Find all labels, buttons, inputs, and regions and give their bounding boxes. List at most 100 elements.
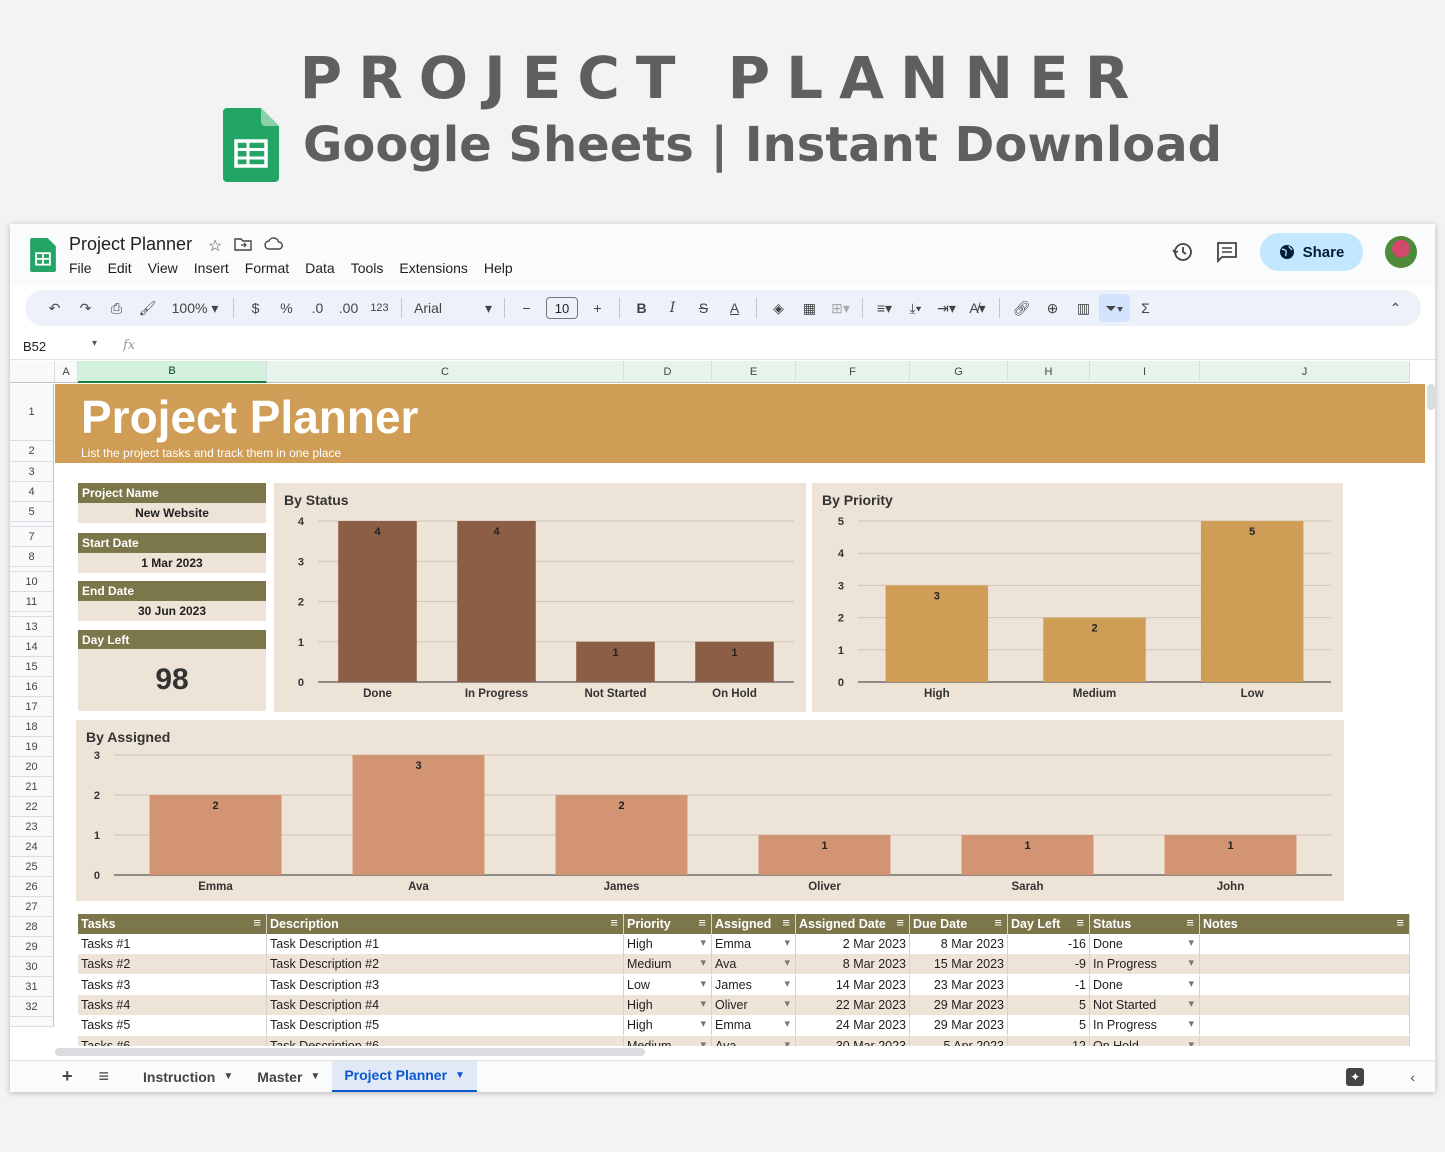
column-header-filter[interactable]: Status	[1090, 914, 1200, 934]
column-header-filter[interactable]: Assigned	[712, 914, 796, 934]
comments-icon[interactable]	[1216, 241, 1238, 263]
end-date-value[interactable]: 30 Jun 2023	[78, 601, 266, 621]
add-sheet-button[interactable]: +	[10, 1061, 87, 1093]
column-header-filter[interactable]: Priority	[624, 914, 712, 934]
font-family-select[interactable]: Arial ▾	[408, 294, 498, 322]
row-header[interactable]: 5	[10, 502, 54, 522]
column-header-f[interactable]: F	[796, 361, 910, 383]
all-sheets-icon[interactable]: ≡	[87, 1061, 132, 1093]
table-cell[interactable]: 22 Mar 2023	[796, 994, 910, 1015]
bar[interactable]	[352, 755, 485, 875]
column-header-b[interactable]: B	[78, 361, 267, 383]
table-cell[interactable]: Ava	[712, 954, 796, 975]
column-header-c[interactable]: C	[267, 361, 624, 383]
table-cell[interactable]: 29 Mar 2023	[910, 1015, 1008, 1036]
increase-decimal-button[interactable]: .00	[333, 294, 364, 322]
row-header[interactable]: 20	[10, 757, 54, 777]
zoom-select[interactable]: 100% ▾	[163, 294, 227, 322]
table-cell[interactable]: Done	[1090, 974, 1200, 995]
text-color-icon[interactable]: A	[719, 294, 750, 322]
table-cell[interactable]: 5	[1008, 994, 1090, 1015]
insert-link-icon[interactable]: 🔗︎	[1006, 294, 1037, 322]
table-cell[interactable]: On Hold	[1090, 1035, 1200, 1046]
print-icon[interactable]: ⎙	[101, 294, 132, 322]
select-all-corner[interactable]	[10, 361, 55, 383]
tab-master[interactable]: Master ▼	[245, 1061, 332, 1093]
row-header[interactable]: 17	[10, 697, 54, 717]
table-cell[interactable]: Task Description #2	[267, 954, 624, 975]
row-header[interactable]: 7	[10, 527, 54, 547]
column-header-filter[interactable]: Due Date	[910, 914, 1008, 934]
strikethrough-icon[interactable]: S	[688, 294, 719, 322]
row-header[interactable]: 15	[10, 657, 54, 677]
table-cell[interactable]: Medium	[624, 1035, 712, 1046]
column-header-filter[interactable]: Description	[267, 914, 624, 934]
row-header[interactable]	[10, 1017, 54, 1027]
explore-icon[interactable]: ✦	[1346, 1067, 1365, 1086]
table-cell[interactable]: Tasks #3	[78, 974, 267, 995]
day-left-value[interactable]: 98	[78, 649, 266, 711]
row-header[interactable]: 14	[10, 637, 54, 657]
row-header[interactable]: 26	[10, 877, 54, 897]
column-header-i[interactable]: I	[1090, 361, 1200, 383]
font-size-increase-button[interactable]: +	[582, 294, 613, 322]
column-header-d[interactable]: D	[624, 361, 712, 383]
sheets-app-icon[interactable]	[30, 238, 56, 272]
table-cell[interactable]: Oliver	[712, 994, 796, 1015]
fill-color-icon[interactable]: ◈	[763, 294, 794, 322]
table-cell[interactable]	[1200, 954, 1410, 975]
borders-icon[interactable]: ▦	[794, 294, 825, 322]
star-icon[interactable]: ☆	[208, 236, 222, 256]
menu-extensions[interactable]: Extensions	[399, 260, 467, 276]
row-header[interactable]: 2	[10, 441, 54, 462]
table-cell[interactable]: 12	[1008, 1035, 1090, 1046]
currency-button[interactable]: $	[240, 294, 271, 322]
start-date-value[interactable]: 1 Mar 2023	[78, 553, 266, 573]
table-cell[interactable]: High	[624, 1015, 712, 1036]
bar[interactable]	[1200, 521, 1304, 682]
font-size-decrease-button[interactable]: −	[511, 294, 542, 322]
bar[interactable]	[338, 521, 417, 682]
document-title[interactable]: Project Planner	[69, 234, 192, 255]
table-cell[interactable]: Emma	[712, 934, 796, 954]
avatar[interactable]	[1385, 236, 1417, 268]
table-cell[interactable]: Tasks #4	[78, 994, 267, 1015]
row-header[interactable]: 16	[10, 677, 54, 697]
vertical-align-icon[interactable]: ⤓▾	[900, 294, 931, 322]
row-header[interactable]: 30	[10, 957, 54, 977]
column-header-g[interactable]: G	[910, 361, 1008, 383]
table-cell[interactable]	[1200, 934, 1410, 954]
project-name-value[interactable]: New Website	[78, 503, 266, 523]
table-cell[interactable]: Tasks #5	[78, 1015, 267, 1036]
row-header[interactable]: 1	[10, 384, 54, 441]
merge-cells-icon[interactable]: ⊞▾	[825, 294, 856, 322]
horizontal-align-icon[interactable]: ≡▾	[869, 294, 900, 322]
vertical-scrollbar[interactable]	[1427, 384, 1435, 410]
table-cell[interactable]: 5 Apr 2023	[910, 1035, 1008, 1046]
move-folder-icon[interactable]	[234, 236, 253, 252]
row-header[interactable]: 25	[10, 857, 54, 877]
table-cell[interactable]: Medium	[624, 954, 712, 975]
decrease-decimal-button[interactable]: .0	[302, 294, 333, 322]
row-header[interactable]: 27	[10, 897, 54, 917]
row-header[interactable]: 18	[10, 717, 54, 737]
row-header[interactable]: 29	[10, 937, 54, 957]
menu-view[interactable]: View	[148, 260, 178, 276]
table-cell[interactable]: In Progress	[1090, 1015, 1200, 1036]
table-cell[interactable]: 5	[1008, 1015, 1090, 1036]
table-cell[interactable]: Emma	[712, 1015, 796, 1036]
table-cell[interactable]: High	[624, 994, 712, 1015]
row-header[interactable]: 13	[10, 617, 54, 637]
table-cell[interactable]: Task Description #5	[267, 1015, 624, 1036]
row-header[interactable]: 24	[10, 837, 54, 857]
table-cell[interactable]: -16	[1008, 934, 1090, 954]
bar[interactable]	[457, 521, 536, 682]
table-cell[interactable]: Low	[624, 974, 712, 995]
row-header[interactable]: 10	[10, 572, 54, 592]
row-header[interactable]: 31	[10, 977, 54, 997]
table-cell[interactable]: Done	[1090, 934, 1200, 954]
table-cell[interactable]: 8 Mar 2023	[796, 954, 910, 975]
menu-help[interactable]: Help	[484, 260, 513, 276]
tab-project-planner[interactable]: Project Planner ▼	[332, 1060, 477, 1092]
menu-insert[interactable]: Insert	[194, 260, 229, 276]
